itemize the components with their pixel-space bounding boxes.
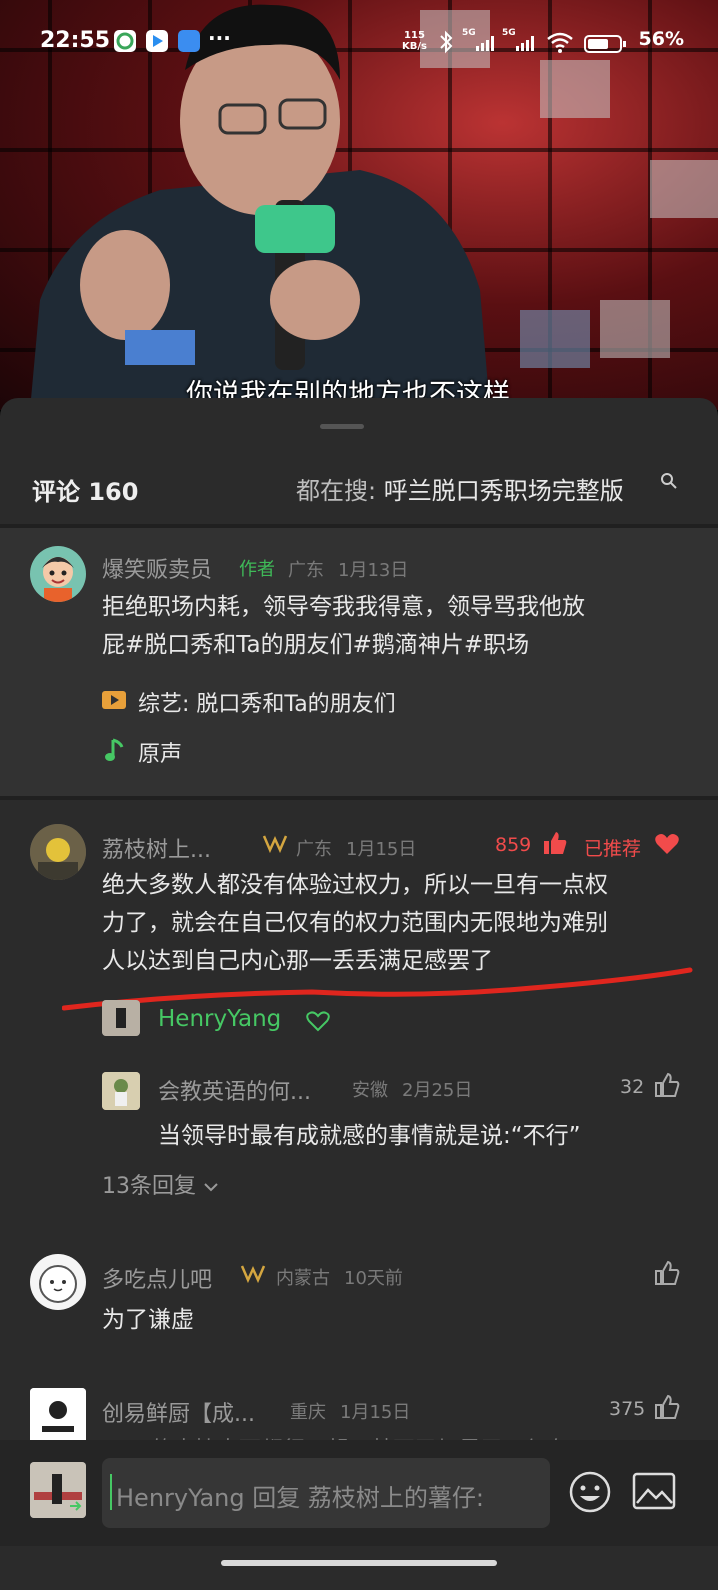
red-underline-annotation [62,967,693,1011]
heart-icon[interactable] [654,832,680,856]
series-link[interactable]: 综艺: 脱口秀和Ta的朋友们 [138,686,396,718]
app-notification-icon [114,30,136,52]
wifi-icon [547,32,573,53]
net-speed-value: 115 [404,30,425,41]
user-photo-icon [30,1462,86,1518]
comment-text-line: 绝大多数人都没有体验过权力，所以一旦有一点权 [102,872,608,898]
video-app-icon [146,30,168,52]
like-count: 375 [609,1398,646,1420]
search-icon[interactable] [660,472,678,490]
comment-date: 1月15日 [346,839,417,860]
author-post-text: 拒绝职场内耗，领导夸我我得意，领导骂我他放 屁#脱口秀和Ta的朋友们#鹅滴神片#… [102,588,585,664]
cat-avatar-icon [39,1265,77,1303]
signal-strength-icon [476,36,494,51]
reply-author-name[interactable]: 会教英语的何... [158,1074,311,1106]
author-name[interactable]: 爆笑贩卖员 [102,552,212,584]
thumbs-up-icon[interactable] [654,1394,680,1420]
my-avatar[interactable] [30,1462,86,1518]
thumbs-up-icon[interactable] [542,830,568,856]
avatar[interactable] [30,1388,86,1444]
avatar[interactable] [30,824,86,880]
thumbs-up-icon[interactable] [654,1260,680,1286]
app-notification-icon [178,30,200,52]
stage-light-tile [600,300,670,358]
commenter-name[interactable]: 荔枝树上... [102,832,211,864]
chevron-down-icon [204,1183,218,1192]
reply-text: 当领导时最有成就感的事情就是说:“不行” [158,1123,581,1149]
commenter-name[interactable]: 多吃点儿吧 [102,1262,212,1294]
comment-date: 1月15日 [340,1402,411,1423]
status-bar: 22:55 ··· 115 KB/s 5G 5G 56% [0,0,718,86]
like-count: 859 [495,834,532,856]
avatar[interactable] [102,1072,140,1110]
thumbs-up-icon[interactable] [654,1072,680,1098]
comment-location: 广东 [288,560,324,581]
text-cursor [110,1474,112,1510]
avatar[interactable] [30,546,86,602]
user-photo-icon [30,824,86,880]
comment-location: 广东 [296,839,332,860]
trending-search-term: 呼兰脱口秀职场完整版 [383,477,624,505]
commenter-name[interactable]: 创易鲜厨【成... [102,1396,255,1428]
reply-date: 2月25日 [402,1080,473,1101]
network-speed: 115 KB/s [402,30,427,52]
comment-location: 内蒙古 [276,1268,330,1289]
comment-text-line: 力了，就会在自己仅有的权力范围内无限地为难别 [102,910,608,936]
post-text-line: 屁#脱口秀和Ta的朋友们#鹅滴神片#职场 [102,632,530,658]
avatar[interactable] [30,1254,86,1310]
brand-logo-icon [30,1388,86,1444]
post-text-line: 拒绝职场内耗，领导夸我我得意，领导骂我他放 [102,594,585,620]
battery-level: 56% [638,28,684,50]
reply-location: 安徽 [352,1080,388,1101]
trending-search-link[interactable]: 都在搜: 呼兰脱口秀职场完整版 [296,471,624,506]
image-icon[interactable] [632,1472,676,1510]
vip-badge-icon [240,1265,266,1283]
battery-icon [584,35,626,53]
cartoon-avatar-icon [42,557,74,602]
avatar[interactable] [102,1000,140,1036]
emoji-icon[interactable] [568,1470,612,1514]
stage-light-tile [650,160,718,218]
trending-search-prefix: 都在搜: [296,477,377,505]
signal-strength-icon [516,36,534,51]
comments-count-label: 评论 160 [32,478,139,506]
liker-name[interactable]: HenryYang [158,1006,281,1032]
more-replies-label: 13条回复 [102,1174,196,1199]
user-photo-icon [102,1072,140,1110]
divider [0,796,718,800]
drag-handle[interactable] [320,424,364,429]
author-badge: 作者 [239,559,275,580]
vip-badge-icon [262,835,288,853]
clock: 22:55 [40,28,111,53]
net-speed-unit: KB/s [402,41,427,52]
more-notifications: ··· [208,26,231,50]
comment-date: 1月13日 [338,560,409,581]
stage-light-tile [520,310,590,368]
original-sound-link[interactable]: 原声 [138,736,182,768]
home-indicator[interactable] [221,1560,497,1566]
reply-input[interactable]: HenryYang 回复 荔枝树上的薯仔: [102,1458,550,1528]
expand-replies-link[interactable]: 13条回复 [102,1168,219,1200]
comment-date: 10天前 [344,1268,403,1289]
music-note-icon [105,738,124,761]
bluetooth-icon [440,30,453,54]
reply-like-count: 32 [620,1076,645,1098]
recommended-label[interactable]: 已推荐 [584,834,641,861]
user-photo-icon [102,1000,140,1036]
liked-heart-icon [306,1011,330,1032]
reply-input-placeholder: HenryYang 回复 荔枝树上的薯仔: [116,1484,484,1512]
comment-text: 为了谦虚 [102,1307,194,1333]
series-play-icon [102,691,126,709]
video-player[interactable]: 22:55 ··· 115 KB/s 5G 5G 56% 你说我在别的地方也不这… [0,0,718,410]
comment-location: 重庆 [290,1402,326,1423]
